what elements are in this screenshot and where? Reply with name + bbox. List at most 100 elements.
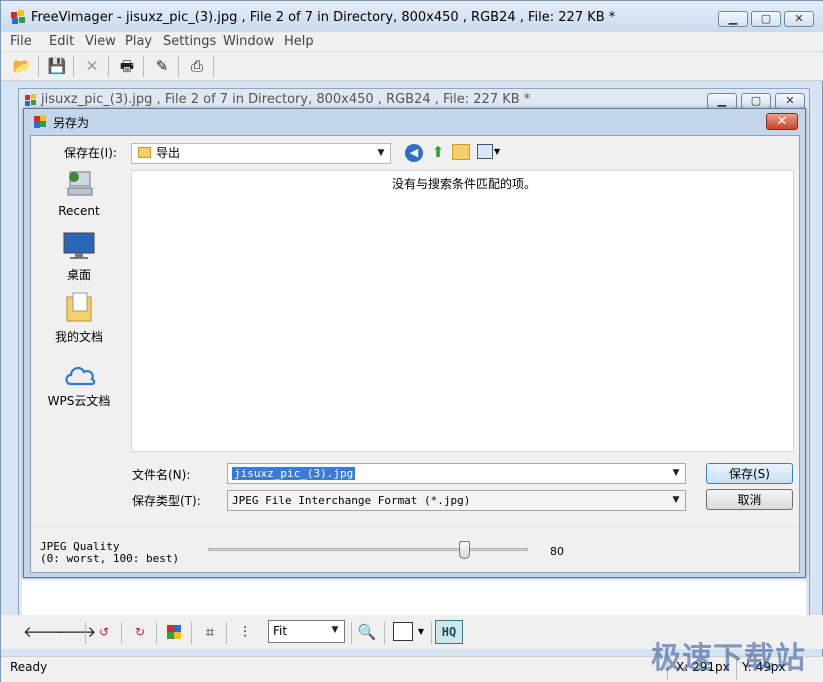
window-title: FreeVimager - jisuxz_pic_(3).jpg , File …	[31, 10, 616, 25]
top-toolbar: 📂 💾 ✕ 🖶 ✎ ⎙	[1, 52, 823, 81]
chevron-down-icon: ▼	[331, 625, 339, 635]
cloud-icon	[65, 366, 96, 386]
toolbar-separator	[226, 622, 227, 644]
toolbar-separator	[143, 56, 144, 77]
minimize-button[interactable]: ▁	[718, 11, 748, 27]
child-minimize-button[interactable]: ▁	[707, 93, 737, 109]
place-label: Recent	[58, 204, 100, 218]
place-my-documents[interactable]: 我的文档	[39, 291, 119, 345]
place-label: 桌面	[66, 268, 91, 282]
capture-icon[interactable]: ⎙	[186, 55, 208, 77]
up-folder-icon[interactable]: ⬆	[429, 142, 447, 162]
dialog-app-icon	[34, 115, 46, 128]
scan-icon[interactable]: ✎	[151, 55, 173, 77]
delete-icon[interactable]: ✕	[81, 55, 103, 77]
back-icon[interactable]: ◀	[405, 144, 423, 162]
place-label: 我的文档	[54, 330, 103, 344]
background-color-swatch[interactable]	[393, 622, 413, 641]
toolbar-separator	[121, 622, 122, 644]
places-bar: Recent 桌面 我的文档 WPS云文档	[31, 136, 127, 526]
menu-file[interactable]: File	[10, 32, 32, 51]
close-button[interactable]: ✕	[784, 11, 814, 27]
image-view[interactable]	[22, 579, 806, 615]
view-menu-icon[interactable]	[477, 144, 493, 159]
place-desktop[interactable]: 桌面	[39, 229, 119, 283]
chevron-down-icon: ▼	[377, 148, 385, 158]
toolbar-separator	[85, 622, 86, 644]
open-folder-icon[interactable]: 📂	[11, 55, 33, 77]
toolbar-separator	[73, 56, 74, 77]
child-maximize-button[interactable]: ▢	[741, 93, 771, 109]
menu-view[interactable]: View	[85, 32, 116, 51]
app-icon	[11, 10, 25, 24]
place-recent[interactable]: Recent	[39, 168, 119, 222]
chevron-down-icon: ▼	[672, 495, 680, 505]
dialog-close-button[interactable]: ✕	[766, 113, 798, 130]
watermark: 极速下载站	[651, 641, 806, 676]
folder-icon	[138, 147, 151, 158]
toolbar-separator	[213, 56, 214, 77]
jpeg-quality-panel: JPEG Quality (0: worst, 100: best) 80	[31, 526, 799, 572]
filename-label: 文件名(N):	[132, 468, 191, 482]
crop-icon[interactable]: ⌗	[197, 621, 223, 643]
zoom-value: Fit	[273, 624, 288, 638]
rotate-right-icon[interactable]: ↻	[127, 621, 153, 643]
filename-input[interactable]: jisuxz_pic_(3).jpg ▼	[227, 463, 686, 484]
rotate-left-icon[interactable]: ↺	[91, 621, 117, 643]
filetype-value: JPEG File Interchange Format (*.jpg)	[232, 494, 471, 507]
toolbar-separator	[108, 56, 109, 77]
cancel-button[interactable]: 取消	[706, 489, 793, 510]
toolbar-separator	[38, 56, 39, 77]
menu-play[interactable]: Play	[125, 32, 152, 51]
title-bar: FreeVimager - jisuxz_pic_(3).jpg , File …	[1, 1, 823, 33]
dialog-body: Recent 桌面 我的文档 WPS云文档 保存在(I): 导出 ▼ ◀ ⬆ ▼…	[30, 135, 800, 573]
save-as-dialog: 另存为 ✕ Recent 桌面 我的文档 WPS云文档 保存在(I): 导出 ▼…	[23, 108, 806, 578]
place-label: WPS云文档	[47, 394, 111, 408]
menu-help[interactable]: Help	[284, 32, 314, 51]
save-button[interactable]: 保存(S)	[706, 463, 793, 484]
toolbar-separator	[431, 622, 432, 644]
levels-icon[interactable]: ⫶	[232, 621, 258, 643]
chevron-down-icon[interactable]: ▼	[415, 622, 427, 641]
filetype-label: 保存类型(T):	[132, 494, 201, 508]
menu-bar: File Edit View Play Settings Window Help	[1, 32, 823, 51]
documents-folder-icon	[66, 292, 92, 322]
child-close-button[interactable]: ✕	[775, 93, 805, 109]
quality-slider-track[interactable]	[208, 548, 528, 551]
recent-icon	[67, 171, 93, 196]
maximize-button[interactable]: ▢	[751, 11, 781, 27]
previous-arrow-icon[interactable]: 🡐	[23, 621, 63, 643]
toolbar-separator	[156, 622, 157, 644]
dialog-title: 另存为	[53, 116, 90, 130]
desktop-icon	[63, 232, 95, 259]
toolbar-separator	[384, 622, 385, 644]
zoom-select[interactable]: Fit ▼	[268, 620, 345, 643]
print-icon[interactable]: 🖶	[116, 55, 138, 77]
filetype-select[interactable]: JPEG File Interchange Format (*.jpg) ▼	[227, 490, 686, 511]
empty-message: 没有与搜索条件匹配的项。	[392, 177, 537, 191]
chevron-down-icon[interactable]: ▼	[494, 144, 500, 159]
new-folder-icon[interactable]	[452, 144, 470, 160]
toolbar-separator	[351, 622, 352, 644]
save-icon[interactable]: 💾	[46, 55, 68, 77]
quality-slider-thumb[interactable]	[458, 541, 470, 559]
current-folder: 导出	[156, 146, 181, 160]
place-wps-cloud[interactable]: WPS云文档	[39, 362, 119, 410]
status-text: Ready	[10, 660, 48, 674]
file-list[interactable]: 没有与搜索条件匹配的项。	[131, 170, 794, 452]
quality-value: 80	[550, 545, 564, 558]
next-arrow-icon[interactable]: 🡒	[56, 621, 96, 643]
color-adjust-icon[interactable]	[166, 624, 182, 640]
save-in-select[interactable]: 导出 ▼	[131, 143, 391, 164]
menu-edit[interactable]: Edit	[49, 32, 74, 51]
save-in-label: 保存在(I):	[64, 146, 117, 160]
menu-window[interactable]: Window	[223, 32, 274, 51]
quality-hint: (0: worst, 100: best)	[40, 552, 180, 565]
magnifier-icon[interactable]: 🔍	[354, 621, 380, 643]
child-window-title: jisuxz_pic_(3).jpg , File 2 of 7 in Dire…	[41, 92, 531, 107]
toolbar-separator	[178, 56, 179, 77]
high-quality-toggle[interactable]: HQ	[435, 620, 463, 644]
toolbar-separator	[191, 622, 192, 644]
child-app-icon	[25, 94, 36, 106]
menu-settings[interactable]: Settings	[163, 32, 216, 51]
